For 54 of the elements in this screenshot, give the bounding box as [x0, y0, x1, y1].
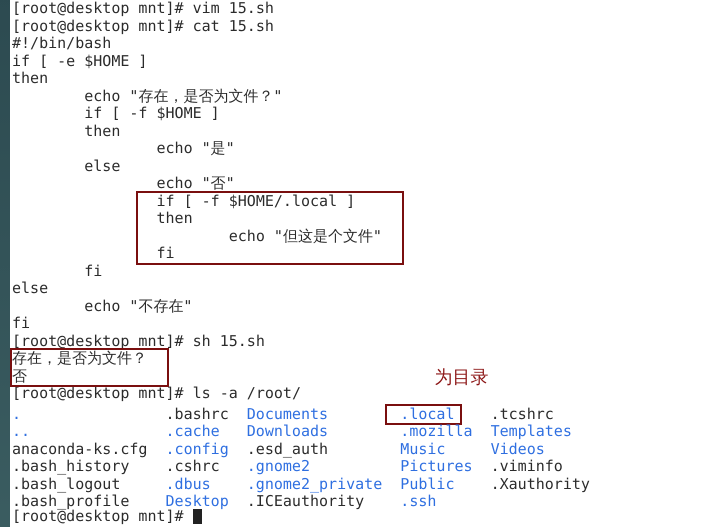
terminal-line: echo "存在，是否为文件？" [83, 88, 282, 105]
terminal-line: then [12, 70, 48, 88]
terminal-line: echo "否" [155, 175, 235, 192]
file-name: .bash_profile [12, 492, 130, 510]
file-name: Music [400, 440, 446, 458]
file-name: .ssh [400, 492, 436, 510]
terminal-line: if [ -e $HOME ] [12, 52, 148, 70]
terminal-line: if [ -f $HOME/.local ] [155, 192, 356, 210]
file-name: .ICEauthority [246, 492, 364, 510]
file-name: Documents [246, 404, 328, 422]
file-name: .gnome2 [246, 457, 310, 475]
file-name: .. [12, 422, 30, 440]
terminal-line: echo "不存在" [83, 298, 192, 315]
file-name: Downloads [246, 422, 328, 440]
file-name: Templates [490, 422, 572, 440]
file-name: anaconda-ks.cfg [12, 440, 148, 458]
file-name: .local [400, 404, 454, 422]
file-name: .gnome2_private [246, 474, 382, 492]
file-name: Public [400, 474, 454, 492]
terminal-line: echo "是" [155, 140, 235, 158]
terminal-line: [root@desktop mnt]# ls -a /root/ [12, 385, 301, 402]
terminal-line: [root@desktop mnt]# cat 15.sh [12, 18, 274, 35]
terminal-line: #!/bin/bash [12, 35, 112, 52]
file-name: .Xauthority [490, 474, 590, 492]
file-name: Pictures [400, 457, 473, 475]
file-name: . [12, 404, 22, 422]
file-name: .mozilla [400, 422, 473, 440]
file-name: .cshrc [166, 457, 220, 475]
terminal-line: then [155, 210, 193, 228]
terminal-line: [root@desktop mnt]# vim 15.sh [12, 0, 274, 18]
terminal-line: fi [155, 245, 175, 262]
file-name: .viminfo [490, 457, 563, 475]
file-name: .tcshrc [490, 404, 554, 422]
file-name: .bash_logout [12, 474, 120, 492]
terminal-line: fi [12, 315, 30, 332]
file-name: Desktop [166, 492, 229, 510]
cursor [192, 508, 202, 524]
terminal-line: 否 [12, 368, 27, 385]
annotation-label: 为目录 [434, 366, 488, 388]
file-name: .bashrc [166, 404, 229, 422]
terminal-line: fi [83, 262, 102, 280]
terminal-line: echo "但这是个文件" [228, 228, 382, 245]
terminal-line: [root@desktop mnt]# sh 15.sh [12, 332, 265, 350]
terminal-line: 存在，是否为文件？ [12, 350, 147, 368]
terminal-line: if [ -f $HOME ] [83, 105, 220, 122]
file-name: Videos [490, 440, 545, 458]
terminal-line: else [83, 158, 120, 175]
file-name: .bash_history [12, 457, 130, 475]
terminal-line: else [12, 280, 48, 298]
file-name: .esd_auth [246, 440, 328, 458]
file-name: .config [166, 440, 229, 458]
terminal-line: then [83, 122, 120, 140]
file-name: .dbus [166, 474, 211, 492]
file-name: .cache [166, 422, 220, 440]
